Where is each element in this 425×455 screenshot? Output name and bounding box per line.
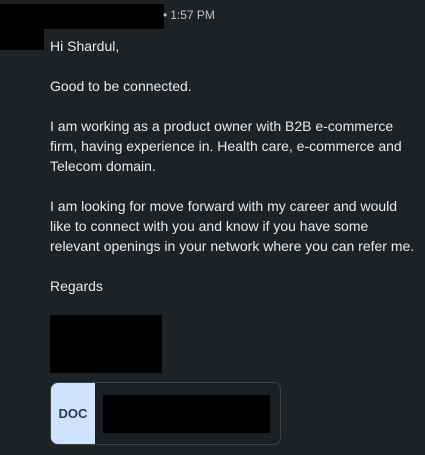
document-attachment[interactable]: DOC [50,382,281,445]
doc-file-icon: DOC [51,383,95,444]
request-paragraph: I am looking for move forward with my ca… [50,198,415,254]
signature-name [50,315,162,373]
message-timestamp: • 1:57 PM [163,8,215,22]
doc-type-label: DOC [58,406,88,421]
separator-dot: • [163,8,168,22]
experience-paragraph: I am working as a product owner with B2B… [50,118,402,174]
sender-name[interactable] [44,4,164,29]
avatar[interactable] [0,4,44,50]
connected-text: Good to be connected. [50,78,192,94]
message-body: Hi Shardul, Good to be connected. I am w… [50,36,420,296]
timestamp-text: 1:57 PM [170,8,215,22]
greeting-text: Hi Shardul, [50,38,120,54]
closing-text: Regards [50,278,103,294]
attachment-filename[interactable] [103,395,270,433]
